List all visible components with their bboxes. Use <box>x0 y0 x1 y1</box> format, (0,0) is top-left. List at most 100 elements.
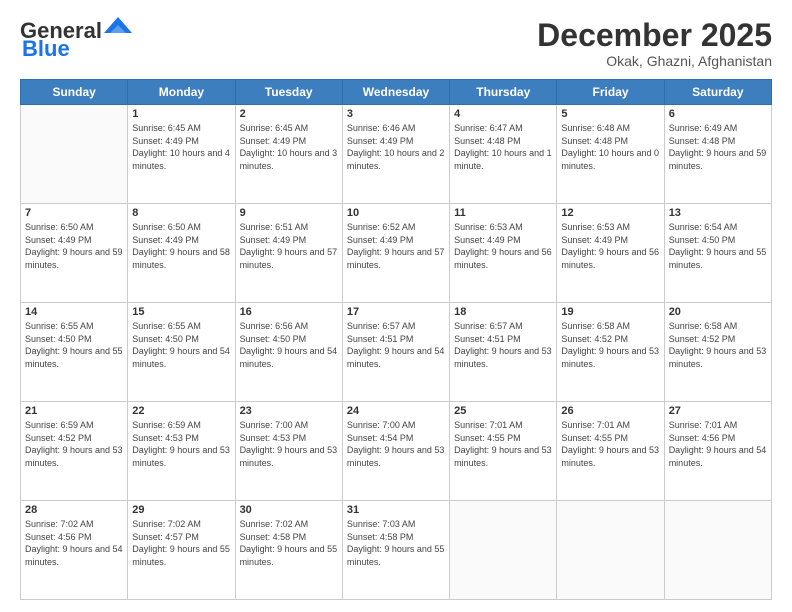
logo-icon <box>104 17 132 37</box>
day-number: 21 <box>25 405 123 417</box>
calendar-cell: 8Sunrise: 6:50 AMSunset: 4:49 PMDaylight… <box>128 204 235 303</box>
day-info: Sunrise: 6:53 AMSunset: 4:49 PMDaylight:… <box>454 221 552 271</box>
location: Okak, Ghazni, Afghanistan <box>537 53 772 69</box>
day-number: 28 <box>25 504 123 516</box>
calendar-cell: 31 Sunrise: 7:03 AMSunset: 4:58 PMDayligh… <box>342 501 449 600</box>
day-info: Sunrise: 6:49 AMSunset: 4:48 PMDaylight:… <box>669 122 767 172</box>
calendar-cell: 17 Sunrise: 6:57 AMSunset: 4:51 PMDayligh… <box>342 303 449 402</box>
calendar-cell: 20 Sunrise: 6:58 AMSunset: 4:52 PMDayligh… <box>664 303 771 402</box>
day-info: Sunrise: 7:02 AMSunset: 4:57 PMDaylight:… <box>132 518 230 568</box>
calendar-cell: 29 Sunrise: 7:02 AMSunset: 4:57 PMDayligh… <box>128 501 235 600</box>
calendar-week-4: 21 Sunrise: 6:59 AMSunset: 4:52 PMDayligh… <box>21 402 772 501</box>
day-info: Sunrise: 6:57 AMSunset: 4:51 PMDaylight:… <box>347 320 445 370</box>
day-number: 12 <box>561 207 659 219</box>
calendar-cell: 3Sunrise: 6:46 AMSunset: 4:49 PMDaylight… <box>342 105 449 204</box>
day-info: Sunrise: 7:01 AMSunset: 4:56 PMDaylight:… <box>669 419 767 469</box>
logo: General Blue <box>20 18 132 62</box>
day-info: Sunrise: 6:55 AMSunset: 4:50 PMDaylight:… <box>132 320 230 370</box>
day-info: Sunrise: 7:00 AMSunset: 4:53 PMDaylight:… <box>240 419 338 469</box>
weekday-header-thursday: Thursday <box>450 80 557 105</box>
day-info: Sunrise: 6:45 AMSunset: 4:49 PMDaylight:… <box>240 122 338 172</box>
weekday-header-friday: Friday <box>557 80 664 105</box>
day-number: 25 <box>454 405 552 417</box>
day-number: 13 <box>669 207 767 219</box>
calendar-cell: 24 Sunrise: 7:00 AMSunset: 4:54 PMDayligh… <box>342 402 449 501</box>
day-info: Sunrise: 6:59 AMSunset: 4:52 PMDaylight:… <box>25 419 123 469</box>
day-number: 11 <box>454 207 552 219</box>
calendar-cell <box>450 501 557 600</box>
calendar-cell: 16Sunrise: 6:56 AMSunset: 4:50 PMDayligh… <box>235 303 342 402</box>
header: General Blue December 2025 Okak, Ghazni,… <box>20 18 772 69</box>
day-number: 19 <box>561 306 659 318</box>
day-number: 8 <box>132 207 230 219</box>
day-number: 5 <box>561 108 659 120</box>
calendar-week-2: 7 Sunrise: 6:50 AMSunset: 4:49 PMDaylight… <box>21 204 772 303</box>
day-number: 24 <box>347 405 445 417</box>
calendar-cell: 18 Sunrise: 6:57 AMSunset: 4:51 PMDayligh… <box>450 303 557 402</box>
day-number: 22 <box>132 405 230 417</box>
day-number: 26 <box>561 405 659 417</box>
day-info: Sunrise: 6:55 AMSunset: 4:50 PMDaylight:… <box>25 320 123 370</box>
day-info: Sunrise: 6:58 AMSunset: 4:52 PMDaylight:… <box>669 320 767 370</box>
weekday-header-sunday: Sunday <box>21 80 128 105</box>
day-number: 15 <box>132 306 230 318</box>
day-number: 10 <box>347 207 445 219</box>
day-number: 31 <box>347 504 445 516</box>
weekday-header-saturday: Saturday <box>664 80 771 105</box>
calendar-cell: 21 Sunrise: 6:59 AMSunset: 4:52 PMDayligh… <box>21 402 128 501</box>
weekday-header-wednesday: Wednesday <box>342 80 449 105</box>
day-info: Sunrise: 7:00 AMSunset: 4:54 PMDaylight:… <box>347 419 445 469</box>
calendar-week-1: 1Sunrise: 6:45 AMSunset: 4:49 PMDaylight… <box>21 105 772 204</box>
calendar-cell: 4 Sunrise: 6:47 AMSunset: 4:48 PMDaylight… <box>450 105 557 204</box>
day-number: 29 <box>132 504 230 516</box>
calendar-cell: 13 Sunrise: 6:54 AMSunset: 4:50 PMDayligh… <box>664 204 771 303</box>
calendar-cell: 28 Sunrise: 7:02 AMSunset: 4:56 PMDayligh… <box>21 501 128 600</box>
day-info: Sunrise: 6:47 AMSunset: 4:48 PMDaylight:… <box>454 122 552 172</box>
day-info: Sunrise: 6:56 AMSunset: 4:50 PMDaylight:… <box>240 320 338 370</box>
day-info: Sunrise: 6:45 AMSunset: 4:49 PMDaylight:… <box>132 122 230 172</box>
day-number: 27 <box>669 405 767 417</box>
day-info: Sunrise: 6:48 AMSunset: 4:48 PMDaylight:… <box>561 122 659 172</box>
calendar-week-3: 14 Sunrise: 6:55 AMSunset: 4:50 PMDayligh… <box>21 303 772 402</box>
day-number: 7 <box>25 207 123 219</box>
day-info: Sunrise: 6:54 AMSunset: 4:50 PMDaylight:… <box>669 221 767 271</box>
day-number: 2 <box>240 108 338 120</box>
calendar-cell: 25 Sunrise: 7:01 AMSunset: 4:55 PMDayligh… <box>450 402 557 501</box>
day-number: 23 <box>240 405 338 417</box>
day-info: Sunrise: 7:02 AMSunset: 4:56 PMDaylight:… <box>25 518 123 568</box>
month-title: December 2025 <box>537 18 772 53</box>
day-number: 9 <box>240 207 338 219</box>
calendar-cell: 12Sunrise: 6:53 AMSunset: 4:49 PMDayligh… <box>557 204 664 303</box>
title-area: December 2025 Okak, Ghazni, Afghanistan <box>537 18 772 69</box>
day-info: Sunrise: 7:03 AMSunset: 4:58 PMDaylight:… <box>347 518 445 568</box>
logo-blue: Blue <box>20 36 70 62</box>
day-info: Sunrise: 6:51 AMSunset: 4:49 PMDaylight:… <box>240 221 338 271</box>
day-info: Sunrise: 7:01 AMSunset: 4:55 PMDaylight:… <box>454 419 552 469</box>
day-number: 20 <box>669 306 767 318</box>
calendar-cell <box>557 501 664 600</box>
calendar-header-row: SundayMondayTuesdayWednesdayThursdayFrid… <box>21 80 772 105</box>
day-info: Sunrise: 7:01 AMSunset: 4:55 PMDaylight:… <box>561 419 659 469</box>
day-info: Sunrise: 6:59 AMSunset: 4:53 PMDaylight:… <box>132 419 230 469</box>
calendar-cell: 26 Sunrise: 7:01 AMSunset: 4:55 PMDayligh… <box>557 402 664 501</box>
calendar-cell: 22 Sunrise: 6:59 AMSunset: 4:53 PMDayligh… <box>128 402 235 501</box>
day-number: 14 <box>25 306 123 318</box>
day-info: Sunrise: 6:50 AMSunset: 4:49 PMDaylight:… <box>25 221 123 271</box>
weekday-header-monday: Monday <box>128 80 235 105</box>
day-number: 4 <box>454 108 552 120</box>
day-number: 18 <box>454 306 552 318</box>
day-info: Sunrise: 6:58 AMSunset: 4:52 PMDaylight:… <box>561 320 659 370</box>
day-info: Sunrise: 6:57 AMSunset: 4:51 PMDaylight:… <box>454 320 552 370</box>
calendar-cell: 11 Sunrise: 6:53 AMSunset: 4:49 PMDayligh… <box>450 204 557 303</box>
calendar-cell <box>664 501 771 600</box>
day-info: Sunrise: 6:46 AMSunset: 4:49 PMDaylight:… <box>347 122 445 172</box>
calendar-week-5: 28 Sunrise: 7:02 AMSunset: 4:56 PMDayligh… <box>21 501 772 600</box>
calendar-cell: 23 Sunrise: 7:00 AMSunset: 4:53 PMDayligh… <box>235 402 342 501</box>
day-info: Sunrise: 7:02 AMSunset: 4:58 PMDaylight:… <box>240 518 338 568</box>
calendar-cell <box>21 105 128 204</box>
calendar-cell: 27 Sunrise: 7:01 AMSunset: 4:56 PMDayligh… <box>664 402 771 501</box>
calendar-cell: 5 Sunrise: 6:48 AMSunset: 4:48 PMDaylight… <box>557 105 664 204</box>
calendar-cell: 15 Sunrise: 6:55 AMSunset: 4:50 PMDayligh… <box>128 303 235 402</box>
day-number: 17 <box>347 306 445 318</box>
day-info: Sunrise: 6:52 AMSunset: 4:49 PMDaylight:… <box>347 221 445 271</box>
